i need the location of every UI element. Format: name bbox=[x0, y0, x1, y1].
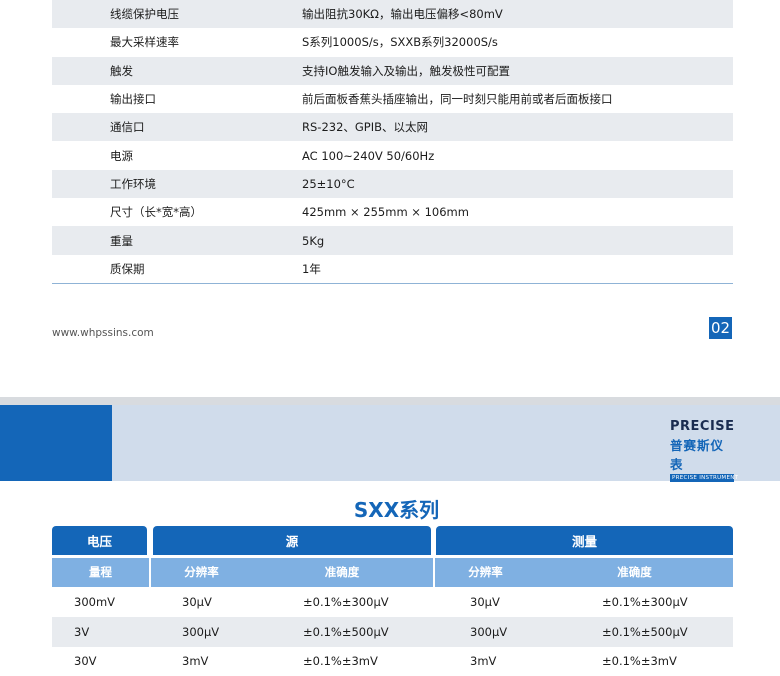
column-header-measure-resolution: 分辨率 bbox=[468, 565, 503, 579]
spec-value: RS-232、GPIB、以太网 bbox=[302, 120, 429, 135]
spec-value: 支持IO触发输入及输出，触发极性可配置 bbox=[302, 63, 510, 78]
spec-value: S系列1000S/s，SXXB系列32000S/s bbox=[302, 35, 498, 50]
cell-range: 300mV bbox=[74, 595, 116, 609]
spec-label: 重量 bbox=[110, 233, 133, 248]
brand-name-cn: 普赛斯仪表 bbox=[670, 438, 725, 472]
cell-range: 3V bbox=[74, 625, 90, 639]
table-row: 3V 300μV ±0.1%±500μV 300μV ±0.1%±500μV bbox=[52, 617, 733, 647]
cell-source-resolution: 300μV bbox=[182, 625, 220, 639]
column-header-source-accuracy: 准确度 bbox=[324, 565, 360, 579]
spec-label: 最大采样速率 bbox=[110, 35, 179, 50]
spec-row: 输出接口 前后面板香蕉头插座输出，同一时刻只能用前或者后面板接口 bbox=[52, 85, 733, 113]
spec-label: 触发 bbox=[110, 63, 133, 78]
table-row: 30V 3mV ±0.1%±3mV 3mV ±0.1%±3mV bbox=[52, 646, 733, 676]
spec-table: 线缆保护电压 输出阻抗30KΩ，输出电压偏移<80mV 最大采样速率 S系列10… bbox=[52, 0, 733, 284]
cell-measure-accuracy: ±0.1%±300μV bbox=[602, 595, 688, 609]
spec-label: 线缆保护电压 bbox=[110, 7, 179, 22]
group-header-source: 源 bbox=[153, 526, 431, 555]
spec-row: 通信口 RS-232、GPIB、以太网 bbox=[52, 113, 733, 142]
spec-label: 质保期 bbox=[110, 261, 145, 276]
cell-source-resolution: 3mV bbox=[182, 654, 209, 668]
website-link[interactable]: www.whpssins.com bbox=[52, 327, 154, 339]
spec-value: 输出阻抗30KΩ，输出电压偏移<80mV bbox=[302, 7, 503, 22]
cell-range: 30V bbox=[74, 654, 97, 668]
spec-value: 25±10°C bbox=[302, 176, 355, 191]
table-row: 300mV 30μV ±0.1%±300μV 30μV ±0.1%±300μV bbox=[52, 587, 733, 617]
cell-measure-resolution: 3mV bbox=[470, 654, 497, 668]
spec-value: 前后面板香蕉头插座输出，同一时刻只能用前或者后面板接口 bbox=[302, 92, 613, 107]
brand-tagline: PRECISE INSTRUMENT bbox=[670, 474, 739, 482]
page-number-badge: 02 bbox=[709, 317, 732, 339]
spec-row: 最大采样速率 S系列1000S/s，SXXB系列32000S/s bbox=[52, 28, 733, 56]
page-header-band: PRECISE 普赛斯仪表 PRECISE INSTRUMENT bbox=[0, 405, 780, 482]
spec-label: 通信口 bbox=[110, 120, 145, 135]
group-header-measure: 测量 bbox=[436, 526, 733, 555]
cell-source-accuracy: ±0.1%±300μV bbox=[303, 595, 389, 609]
page-divider bbox=[0, 397, 780, 405]
spec-label: 尺寸（长*宽*高） bbox=[110, 205, 202, 220]
spec-row: 重量 5Kg bbox=[52, 226, 733, 255]
spec-row: 线缆保护电压 输出阻抗30KΩ，输出电压偏移<80mV bbox=[52, 0, 733, 29]
spec-row: 工作环境 25±10°C bbox=[52, 169, 733, 199]
spec-row: 质保期 1年 bbox=[52, 255, 733, 283]
brand-name-en: PRECISE bbox=[670, 419, 735, 434]
cell-measure-accuracy: ±0.1%±500μV bbox=[602, 625, 688, 639]
column-header-measure-accuracy: 准确度 bbox=[617, 565, 652, 579]
spec-row: 尺寸（长*宽*高） 425mm × 255mm × 106mm bbox=[52, 198, 733, 226]
spec-value: 5Kg bbox=[302, 233, 325, 248]
spec-value: 1年 bbox=[302, 261, 321, 276]
spec-label: 工作环境 bbox=[110, 176, 156, 191]
cell-source-accuracy: ±0.1%±3mV bbox=[303, 654, 378, 668]
column-header-range: 量程 bbox=[89, 565, 112, 579]
brand-logo: PRECISE 普赛斯仪表 PRECISE INSTRUMENT bbox=[670, 419, 739, 482]
group-header-voltage: 电压 bbox=[52, 526, 147, 555]
spec-value: 425mm × 255mm × 106mm bbox=[302, 205, 469, 220]
cell-source-accuracy: ±0.1%±500μV bbox=[303, 625, 389, 639]
column-header-source-resolution: 分辨率 bbox=[184, 565, 219, 579]
cell-source-resolution: 30μV bbox=[182, 595, 212, 609]
header-accent-block bbox=[0, 405, 112, 481]
cell-measure-resolution: 300μV bbox=[470, 625, 508, 639]
spec-label: 电源 bbox=[110, 148, 133, 163]
spec-row: 触发 支持IO触发输入及输出，触发极性可配置 bbox=[52, 56, 733, 85]
spec-value: AC 100~240V 50/60Hz bbox=[302, 148, 435, 163]
spec-label: 输出接口 bbox=[110, 92, 156, 107]
spec-row: 电源 AC 100~240V 50/60Hz bbox=[52, 141, 733, 169]
series-title: SXX系列 bbox=[353, 498, 440, 522]
cell-measure-resolution: 30μV bbox=[470, 595, 500, 609]
cell-measure-accuracy: ±0.1%±3mV bbox=[602, 654, 677, 668]
column-header-row: 量程 分辨率 准确度 分辨率 准确度 bbox=[52, 558, 733, 587]
